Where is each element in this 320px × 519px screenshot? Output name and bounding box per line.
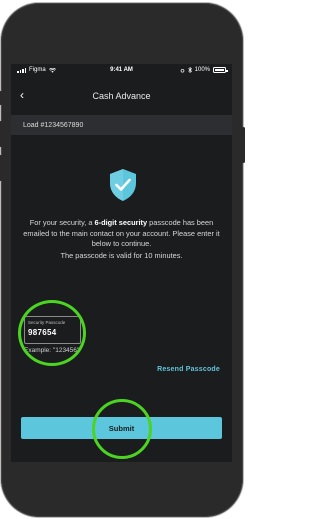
security-message: For your security, a 6-digit security pa… <box>23 218 220 248</box>
load-header: Load #1234567890 <box>11 115 232 135</box>
submit-button[interactable]: Submit <box>21 417 222 439</box>
validity-note: The passcode is valid for 10 minutes. <box>60 251 183 260</box>
volume-up-button <box>0 121 2 147</box>
battery-percent: 100% <box>194 67 211 73</box>
battery-icon <box>213 67 228 73</box>
app-screen: Figma 9:41 AM 100% ‹ Cash Advance Load #… <box>11 64 232 462</box>
load-number: Load #1234567890 <box>23 121 84 129</box>
page-title: Cash Advance <box>92 91 151 101</box>
security-passcode-field[interactable]: Security Passcode 987654 <box>24 316 81 344</box>
mute-switch <box>0 91 2 105</box>
passcode-field-label: Security Passcode <box>28 320 66 325</box>
alarm-icon <box>180 68 184 73</box>
wifi-icon <box>48 67 56 73</box>
nav-bar: ‹ Cash Advance <box>11 83 232 109</box>
security-message-emphasis: 6-digit security <box>94 218 148 227</box>
back-chevron-icon[interactable]: ‹ <box>20 88 24 102</box>
status-time: 9:41 AM <box>110 67 133 73</box>
status-bar: Figma 9:41 AM 100% <box>11 64 232 76</box>
resend-passcode-link[interactable]: Resend Passcode <box>157 366 220 373</box>
power-button <box>242 127 245 163</box>
signal-icon <box>17 67 26 73</box>
volume-down-button <box>0 155 2 181</box>
bluetooth-icon <box>187 67 192 73</box>
passcode-example-hint: Example: "123456" <box>24 347 80 354</box>
passcode-input-value[interactable]: 987654 <box>28 328 80 337</box>
carrier-label: Figma <box>29 67 46 73</box>
shield-check-icon <box>110 169 136 201</box>
